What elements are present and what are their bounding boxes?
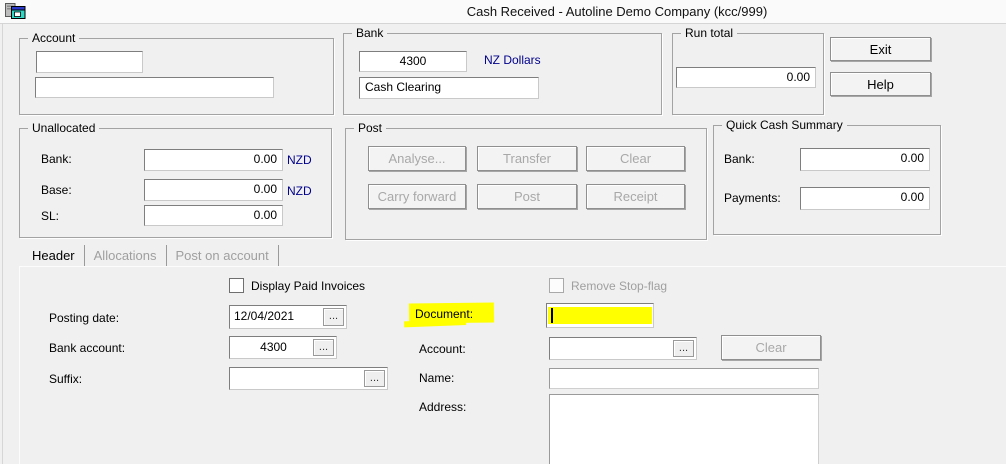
suffix-value bbox=[234, 368, 364, 389]
unallocated-base-label: Base: bbox=[41, 183, 72, 197]
quick-cash-payments-label: Payments: bbox=[724, 191, 781, 205]
account-code-field bbox=[36, 51, 143, 73]
quick-cash-bank-field: 0.00 bbox=[800, 148, 930, 171]
unallocated-bank-currency: NZD bbox=[287, 153, 312, 167]
address-label: Address: bbox=[419, 400, 467, 414]
quick-cash-summary-group: Quick Cash Summary bbox=[713, 118, 941, 235]
transfer-button[interactable]: Transfer bbox=[477, 146, 577, 171]
bank-code-field: 4300 bbox=[359, 51, 467, 72]
exit-button[interactable]: Exit bbox=[830, 37, 931, 61]
window-title: Cash Received - Autoline Demo Company (k… bbox=[466, 4, 768, 19]
bank-group: Bank bbox=[343, 26, 662, 115]
help-button[interactable]: Help bbox=[830, 72, 931, 96]
post-button[interactable]: Post bbox=[477, 184, 577, 209]
account-picker-button[interactable]: ... bbox=[673, 340, 694, 357]
name-field[interactable] bbox=[549, 368, 819, 389]
suffix-label: Suffix: bbox=[49, 372, 83, 386]
quick-cash-payments-field: 0.00 bbox=[800, 187, 930, 210]
display-paid-invoices-checkbox[interactable] bbox=[229, 278, 244, 293]
quick-cash-summary-label: Quick Cash Summary bbox=[722, 118, 847, 132]
tab-post-on-account[interactable]: Post on account bbox=[167, 245, 279, 266]
bank-account-label: Bank account: bbox=[49, 341, 126, 355]
text-caret bbox=[551, 308, 553, 323]
bank-account-picker-button[interactable]: ... bbox=[313, 339, 334, 356]
bank-account-value: 4300 bbox=[260, 340, 287, 354]
account-input[interactable]: ... bbox=[549, 337, 697, 360]
tab-header[interactable]: Header bbox=[23, 245, 85, 266]
account-name-field bbox=[35, 77, 274, 98]
remove-stop-flag-label: Remove Stop-flag bbox=[571, 279, 668, 293]
cash-received-window: Cash Received - Autoline Demo Company (k… bbox=[0, 0, 1006, 464]
suffix-picker-button[interactable]: ... bbox=[364, 370, 385, 387]
carry-forward-button[interactable]: Carry forward bbox=[368, 184, 466, 209]
quick-cash-bank-label: Bank: bbox=[724, 152, 755, 166]
posting-date-field[interactable]: 12/04/2021 ... bbox=[229, 305, 347, 329]
account-field-label: Account: bbox=[419, 342, 466, 356]
tab-pane-top-edge bbox=[19, 266, 1006, 267]
tab-strip: Header Allocations Post on account bbox=[23, 245, 279, 266]
unallocated-bank-field: 0.00 bbox=[144, 149, 283, 171]
unallocated-group-label: Unallocated bbox=[28, 121, 100, 135]
clear-account-button[interactable]: Clear bbox=[721, 335, 821, 360]
analyse-button[interactable]: Analyse... bbox=[368, 146, 466, 171]
title-bar: Cash Received - Autoline Demo Company (k… bbox=[0, 0, 1006, 24]
posting-date-label: Posting date: bbox=[49, 311, 120, 325]
window-left-edge bbox=[2, 24, 3, 464]
unallocated-bank-label: Bank: bbox=[41, 152, 72, 166]
unallocated-base-field: 0.00 bbox=[144, 179, 283, 201]
unallocated-sl-field: 0.00 bbox=[144, 205, 283, 226]
address-field[interactable] bbox=[549, 394, 819, 464]
tab-pane-left-edge bbox=[19, 266, 20, 464]
unallocated-base-currency: NZD bbox=[287, 184, 312, 198]
tab-allocations[interactable]: Allocations bbox=[85, 245, 167, 266]
account-value bbox=[554, 338, 673, 359]
remove-stop-flag-checkbox[interactable] bbox=[549, 278, 564, 293]
receipt-button[interactable]: Receipt bbox=[586, 184, 685, 209]
unallocated-sl-label: SL: bbox=[41, 209, 60, 223]
document-input[interactable] bbox=[546, 303, 654, 328]
name-label: Name: bbox=[419, 371, 455, 385]
account-group-label: Account bbox=[28, 31, 80, 45]
posting-date-value: 12/04/2021 bbox=[234, 309, 295, 323]
bank-group-label: Bank bbox=[352, 26, 388, 40]
app-window-icon bbox=[5, 3, 26, 19]
post-group-label: Post bbox=[354, 121, 387, 135]
bank-name-field: Cash Clearing bbox=[359, 77, 539, 99]
bank-account-field[interactable]: 4300 ... bbox=[229, 336, 337, 359]
run-total-field: 0.00 bbox=[676, 67, 816, 88]
display-paid-invoices-label: Display Paid Invoices bbox=[251, 279, 366, 293]
run-total-group-label: Run total bbox=[681, 26, 738, 40]
document-input-highlight bbox=[548, 307, 652, 324]
clear-post-button[interactable]: Clear bbox=[586, 146, 685, 171]
posting-date-picker-button[interactable]: ... bbox=[323, 308, 344, 326]
document-label: Document: bbox=[415, 307, 474, 321]
suffix-field[interactable]: ... bbox=[229, 367, 388, 390]
bank-currency-label: NZ Dollars bbox=[484, 53, 541, 67]
